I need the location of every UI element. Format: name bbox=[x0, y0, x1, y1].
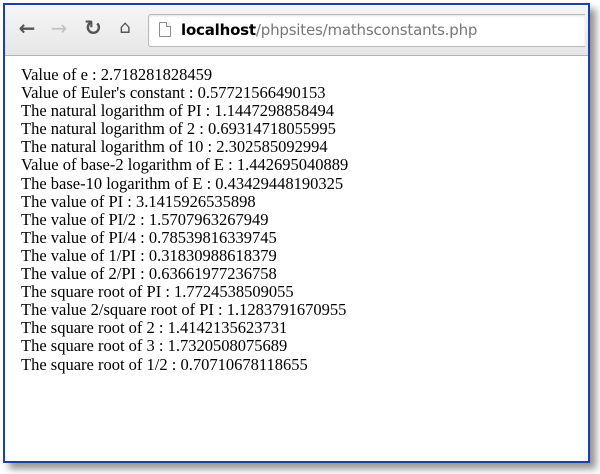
constant-line: The natural logarithm of PI : 1.14472988… bbox=[21, 101, 334, 121]
browser-toolbar: ← → ↻ ⌂ localhost/phpsites/mathsconstant… bbox=[5, 5, 588, 56]
constant-line: The value of PI : 3.1415926535898 bbox=[21, 191, 256, 211]
constant-line: Value of Euler's constant : 0.5772156649… bbox=[21, 83, 326, 103]
url-path: /phpsites/mathsconstants.php bbox=[255, 21, 478, 39]
constant-line: The value of 2/PI : 0.63661977236758 bbox=[21, 264, 277, 284]
constant-line: The natural logarithm of 10 : 2.30258509… bbox=[21, 137, 328, 157]
arrow-left-icon: ← bbox=[18, 16, 36, 40]
home-icon: ⌂ bbox=[119, 17, 131, 38]
browser-window: ← → ↻ ⌂ localhost/phpsites/mathsconstant… bbox=[3, 3, 590, 463]
home-button[interactable]: ⌂ bbox=[113, 16, 137, 40]
address-bar[interactable]: localhost/phpsites/mathsconstants.php bbox=[148, 14, 585, 47]
constant-line: The value 2/square root of PI : 1.128379… bbox=[21, 300, 347, 320]
constant-line: The square root of 1/2 : 0.7071067811865… bbox=[21, 354, 308, 374]
reload-button[interactable]: ↻ bbox=[81, 16, 105, 40]
url-host: localhost bbox=[181, 21, 256, 39]
constant-line: The value of PI/2 : 1.5707963267949 bbox=[21, 209, 269, 229]
page-icon bbox=[159, 22, 171, 37]
arrow-right-icon: → bbox=[50, 16, 68, 40]
constant-line: The value of 1/PI : 0.31830988618379 bbox=[21, 245, 277, 265]
constant-line: Value of base-2 logarithm of E : 1.44269… bbox=[21, 155, 349, 175]
url-text[interactable]: localhost/phpsites/mathsconstants.php bbox=[181, 21, 477, 39]
constant-line: Value of e : 2.718281828459 bbox=[21, 65, 213, 84]
constant-line: The square root of 3 : 1.7320508075689 bbox=[21, 336, 288, 356]
back-button[interactable]: ← bbox=[15, 16, 39, 40]
constant-line: The square root of PI : 1.7724538509055 bbox=[21, 282, 294, 302]
forward-button[interactable]: → bbox=[47, 16, 71, 40]
constant-line: The natural logarithm of 2 : 0.693147180… bbox=[21, 119, 336, 139]
reload-icon: ↻ bbox=[84, 16, 102, 40]
constant-line: The square root of 2 : 1.4142135623731 bbox=[21, 318, 288, 338]
page-content: Value of e : 2.718281828459 Value of Eul… bbox=[21, 65, 349, 374]
constant-line: The value of PI/4 : 0.78539816339745 bbox=[21, 227, 277, 247]
constant-line: The base-10 logarithm of E : 0.434294481… bbox=[21, 173, 344, 193]
